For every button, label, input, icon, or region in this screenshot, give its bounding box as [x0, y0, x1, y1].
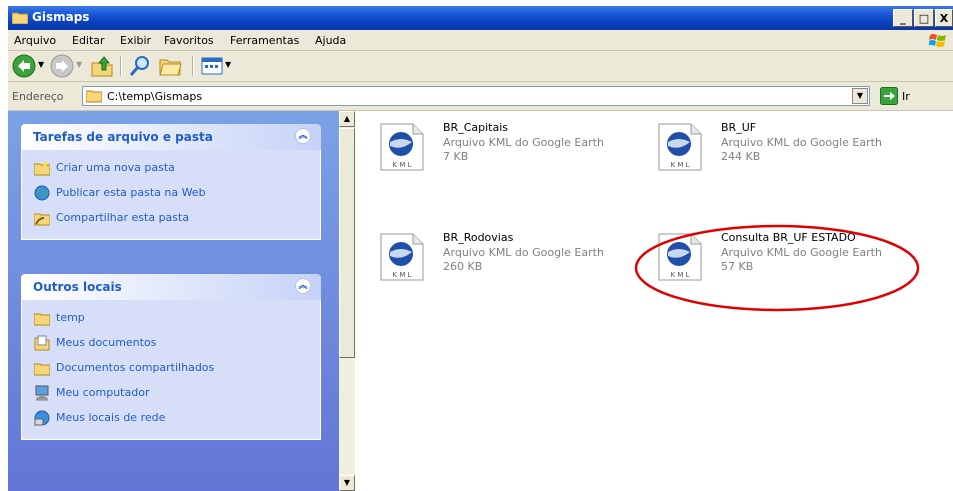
panel-header[interactable]: Outros locais ︽: [21, 274, 321, 300]
address-label: Endereço: [12, 90, 64, 103]
kml-file-icon: K M L: [380, 233, 424, 281]
file-item[interactable]: K M L BR_UF Arquivo KML do Google Earth …: [655, 121, 915, 177]
file-name[interactable]: BR_UF: [721, 121, 756, 134]
my-documents-icon: [34, 335, 50, 351]
place-label[interactable]: Meus locais de rede: [56, 411, 165, 424]
go-arrow-icon[interactable]: [880, 87, 898, 105]
menu-bar: Arquivo Editar Exibir Favoritos Ferramen…: [8, 30, 953, 51]
folder-icon: [34, 363, 50, 376]
address-path: C:\temp\Gismaps: [107, 90, 203, 103]
file-size: 7 KB: [443, 150, 469, 163]
task-new-folder[interactable]: Criar uma nova pasta: [22, 156, 320, 181]
address-bar: Endereço C:\temp\Gismaps ▼ Ir: [8, 82, 953, 111]
folder-icon: [12, 12, 28, 24]
task-label[interactable]: Criar uma nova pasta: [56, 161, 175, 174]
kml-label: K M L: [393, 161, 412, 169]
views-icon[interactable]: [200, 54, 224, 78]
explorer-window: Gismaps _ □ X Arquivo Editar Exibir Favo…: [8, 6, 953, 491]
toolbar: ▼ ▼ ▼: [8, 51, 953, 82]
title-bar[interactable]: Gismaps _ □ X: [8, 6, 953, 30]
my-computer-icon: [35, 385, 49, 401]
share-folder-icon: [34, 213, 50, 226]
folders-icon[interactable]: [158, 54, 184, 78]
panel-body: temp Meus documentos Documentos comparti…: [21, 300, 321, 440]
windows-logo-icon: [929, 34, 946, 47]
task-publish-web[interactable]: Publicar esta pasta na Web: [22, 181, 320, 206]
place-label[interactable]: Meu computador: [56, 386, 149, 399]
place-label[interactable]: Meus documentos: [56, 336, 156, 349]
kml-label: K M L: [671, 161, 690, 169]
scroll-up-icon[interactable]: ▲: [339, 111, 355, 127]
kml-file-icon: K M L: [658, 123, 702, 171]
address-input[interactable]: C:\temp\Gismaps ▼: [82, 86, 870, 106]
menu-arquivo[interactable]: Arquivo: [14, 34, 56, 47]
menu-ajuda[interactable]: Ajuda: [315, 34, 346, 47]
views-dropdown-icon[interactable]: ▼: [225, 60, 231, 69]
highlight-ellipse: [634, 224, 920, 312]
other-places-panel: Outros locais ︽ temp Meus documentos Doc…: [21, 274, 321, 440]
network-places-icon: [34, 410, 50, 426]
place-label[interactable]: temp: [56, 311, 85, 324]
window-title: Gismaps: [32, 10, 90, 24]
maximize-button[interactable]: □: [914, 9, 934, 27]
place-label[interactable]: Documentos compartilhados: [56, 361, 214, 374]
collapse-chevron-icon[interactable]: ︽: [295, 128, 311, 144]
up-folder-icon[interactable]: [90, 54, 114, 78]
forward-dropdown-icon[interactable]: ▼: [76, 60, 82, 69]
file-type: Arquivo KML do Google Earth: [443, 246, 604, 259]
panel-body: Criar uma nova pasta Publicar esta pasta…: [21, 150, 321, 240]
file-type: Arquivo KML do Google Earth: [721, 136, 882, 149]
panel-title: Tarefas de arquivo e pasta: [33, 130, 213, 144]
back-dropdown-icon[interactable]: ▼: [38, 60, 44, 69]
back-icon[interactable]: [12, 54, 36, 78]
scroll-thumb[interactable]: [339, 128, 355, 358]
folder-icon: [86, 90, 102, 103]
go-button[interactable]: Ir: [902, 90, 910, 103]
file-folder-tasks-panel: Tarefas de arquivo e pasta ︽ Criar uma n…: [21, 124, 321, 240]
menu-editar[interactable]: Editar: [72, 34, 105, 47]
panel-title: Outros locais: [33, 280, 122, 294]
publish-web-icon: [34, 185, 50, 201]
file-type: Arquivo KML do Google Earth: [443, 136, 604, 149]
kml-file-icon: K M L: [380, 123, 424, 171]
place-my-documents[interactable]: Meus documentos: [22, 331, 320, 356]
file-size: 244 KB: [721, 150, 761, 163]
search-icon[interactable]: [128, 54, 152, 78]
collapse-chevron-icon[interactable]: ︽: [295, 278, 311, 294]
folder-icon: [34, 313, 50, 326]
panel-header[interactable]: Tarefas de arquivo e pasta ︽: [21, 124, 321, 150]
task-pane: Tarefas de arquivo e pasta ︽ Criar uma n…: [8, 111, 339, 491]
place-my-computer[interactable]: Meu computador: [22, 381, 320, 406]
address-dropdown-icon[interactable]: ▼: [852, 88, 868, 104]
close-button[interactable]: X: [935, 9, 953, 27]
file-size: 260 KB: [443, 260, 483, 273]
file-item[interactable]: K M L BR_Rodovias Arquivo KML do Google …: [377, 231, 637, 287]
scroll-down-icon[interactable]: ▼: [339, 475, 355, 491]
kml-label: K M L: [393, 271, 412, 279]
file-name[interactable]: BR_Capitais: [443, 121, 508, 134]
place-shared-documents[interactable]: Documentos compartilhados: [22, 356, 320, 381]
place-network-places[interactable]: Meus locais de rede: [22, 406, 320, 431]
menu-exibir[interactable]: Exibir: [120, 34, 151, 47]
menu-favoritos[interactable]: Favoritos: [164, 34, 214, 47]
file-list: K M L BR_Capitais Arquivo KML do Google …: [355, 111, 953, 491]
menu-ferramentas[interactable]: Ferramentas: [230, 34, 299, 47]
forward-icon[interactable]: [50, 54, 74, 78]
minimize-button[interactable]: _: [893, 9, 913, 27]
task-label[interactable]: Publicar esta pasta na Web: [56, 186, 206, 199]
task-share-folder[interactable]: Compartilhar esta pasta: [22, 206, 320, 231]
place-temp[interactable]: temp: [22, 306, 320, 331]
file-name[interactable]: BR_Rodovias: [443, 231, 513, 244]
task-pane-scrollbar[interactable]: ▲ ▼: [339, 111, 355, 491]
file-item[interactable]: K M L BR_Capitais Arquivo KML do Google …: [377, 121, 637, 177]
new-folder-icon: [34, 160, 50, 176]
task-label[interactable]: Compartilhar esta pasta: [56, 211, 189, 224]
